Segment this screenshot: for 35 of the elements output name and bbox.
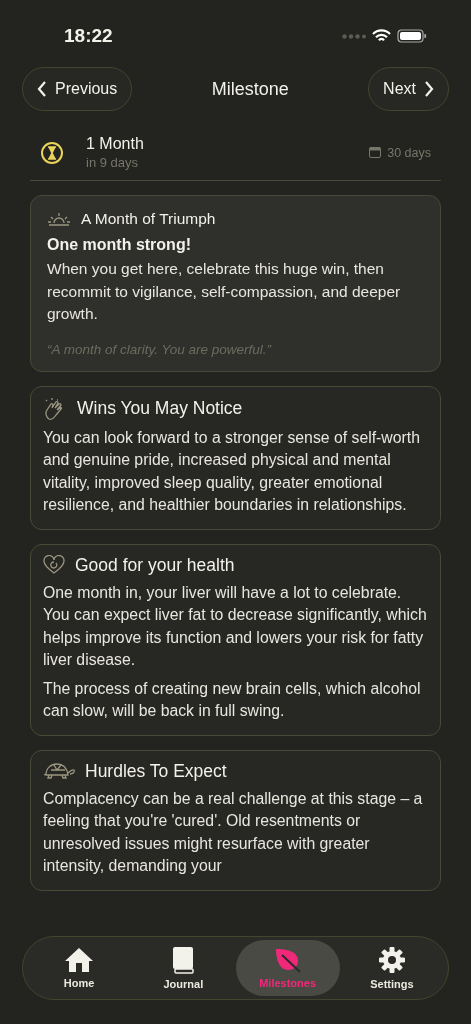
tab[interactable]: Journal: [131, 940, 236, 996]
previous-button[interactable]: Previous: [22, 67, 133, 111]
card-paragraph: The process of creating new brain cells, which alcohol can slow, will be back in full swing.: [43, 678, 422, 721]
card-title: Hurdles To Expect: [85, 760, 227, 782]
milestone-countdown: in 9 days: [86, 155, 140, 170]
card-quote: “A month of clarity. You are powerful.”: [47, 341, 273, 357]
tab[interactable]: Home: [27, 940, 132, 996]
page-title: Milestone: [211, 78, 289, 100]
card-paragraph: You can look forward to a stronger sense of self-worth and genuine pride, increased physical and mental vitality, improved sleep quality, greater emotional resilience, and healthier boundaries in relationships.: [43, 427, 421, 515]
card-title: Good for your health: [75, 554, 235, 576]
chevron-left-icon: [37, 81, 47, 97]
leaf-icon: [273, 947, 302, 973]
card-paragraph: Complacency can be a real challenge at this stage – a feeling that you're 'cured'. Old resentments or unresolved issues might resurface with greater intensity, demanding your: [43, 788, 424, 876]
settings-icon: [377, 946, 406, 974]
signal-icon: [342, 33, 366, 39]
wifi-icon: [372, 29, 391, 43]
status-time: 18:22: [64, 25, 113, 47]
card-title: Wins You May Notice: [77, 398, 243, 419]
heart-icon: [43, 555, 65, 575]
milestone-title: 1 Month: [86, 135, 145, 153]
book-icon: [172, 946, 195, 974]
card-paragraph: When you get here, celebrate this huge win, then recommit to vigilance, self-compassion, and deeper growth.: [47, 259, 402, 324]
chevron-right-icon: [424, 81, 434, 97]
turtle-icon: [43, 762, 75, 780]
next-button[interactable]: Next: [368, 67, 449, 111]
home-icon: [64, 947, 95, 973]
card-title: A Month of Triumph: [81, 210, 216, 228]
calendar-icon: [369, 147, 382, 158]
card-paragraph: One month in, your liver will have a lot to celebrate. You can expect liver fat to decrease significantly, which helps improve its function and lowers your risk for fatty liver disease.: [43, 582, 428, 670]
battery-icon: [397, 29, 427, 43]
card-headline: One month strong!: [47, 236, 192, 254]
sunrise-icon: [47, 211, 71, 227]
tab[interactable]: Settings: [339, 940, 444, 996]
milestone-duration: 30 days: [387, 145, 431, 160]
hourglass-icon: [40, 140, 64, 165]
